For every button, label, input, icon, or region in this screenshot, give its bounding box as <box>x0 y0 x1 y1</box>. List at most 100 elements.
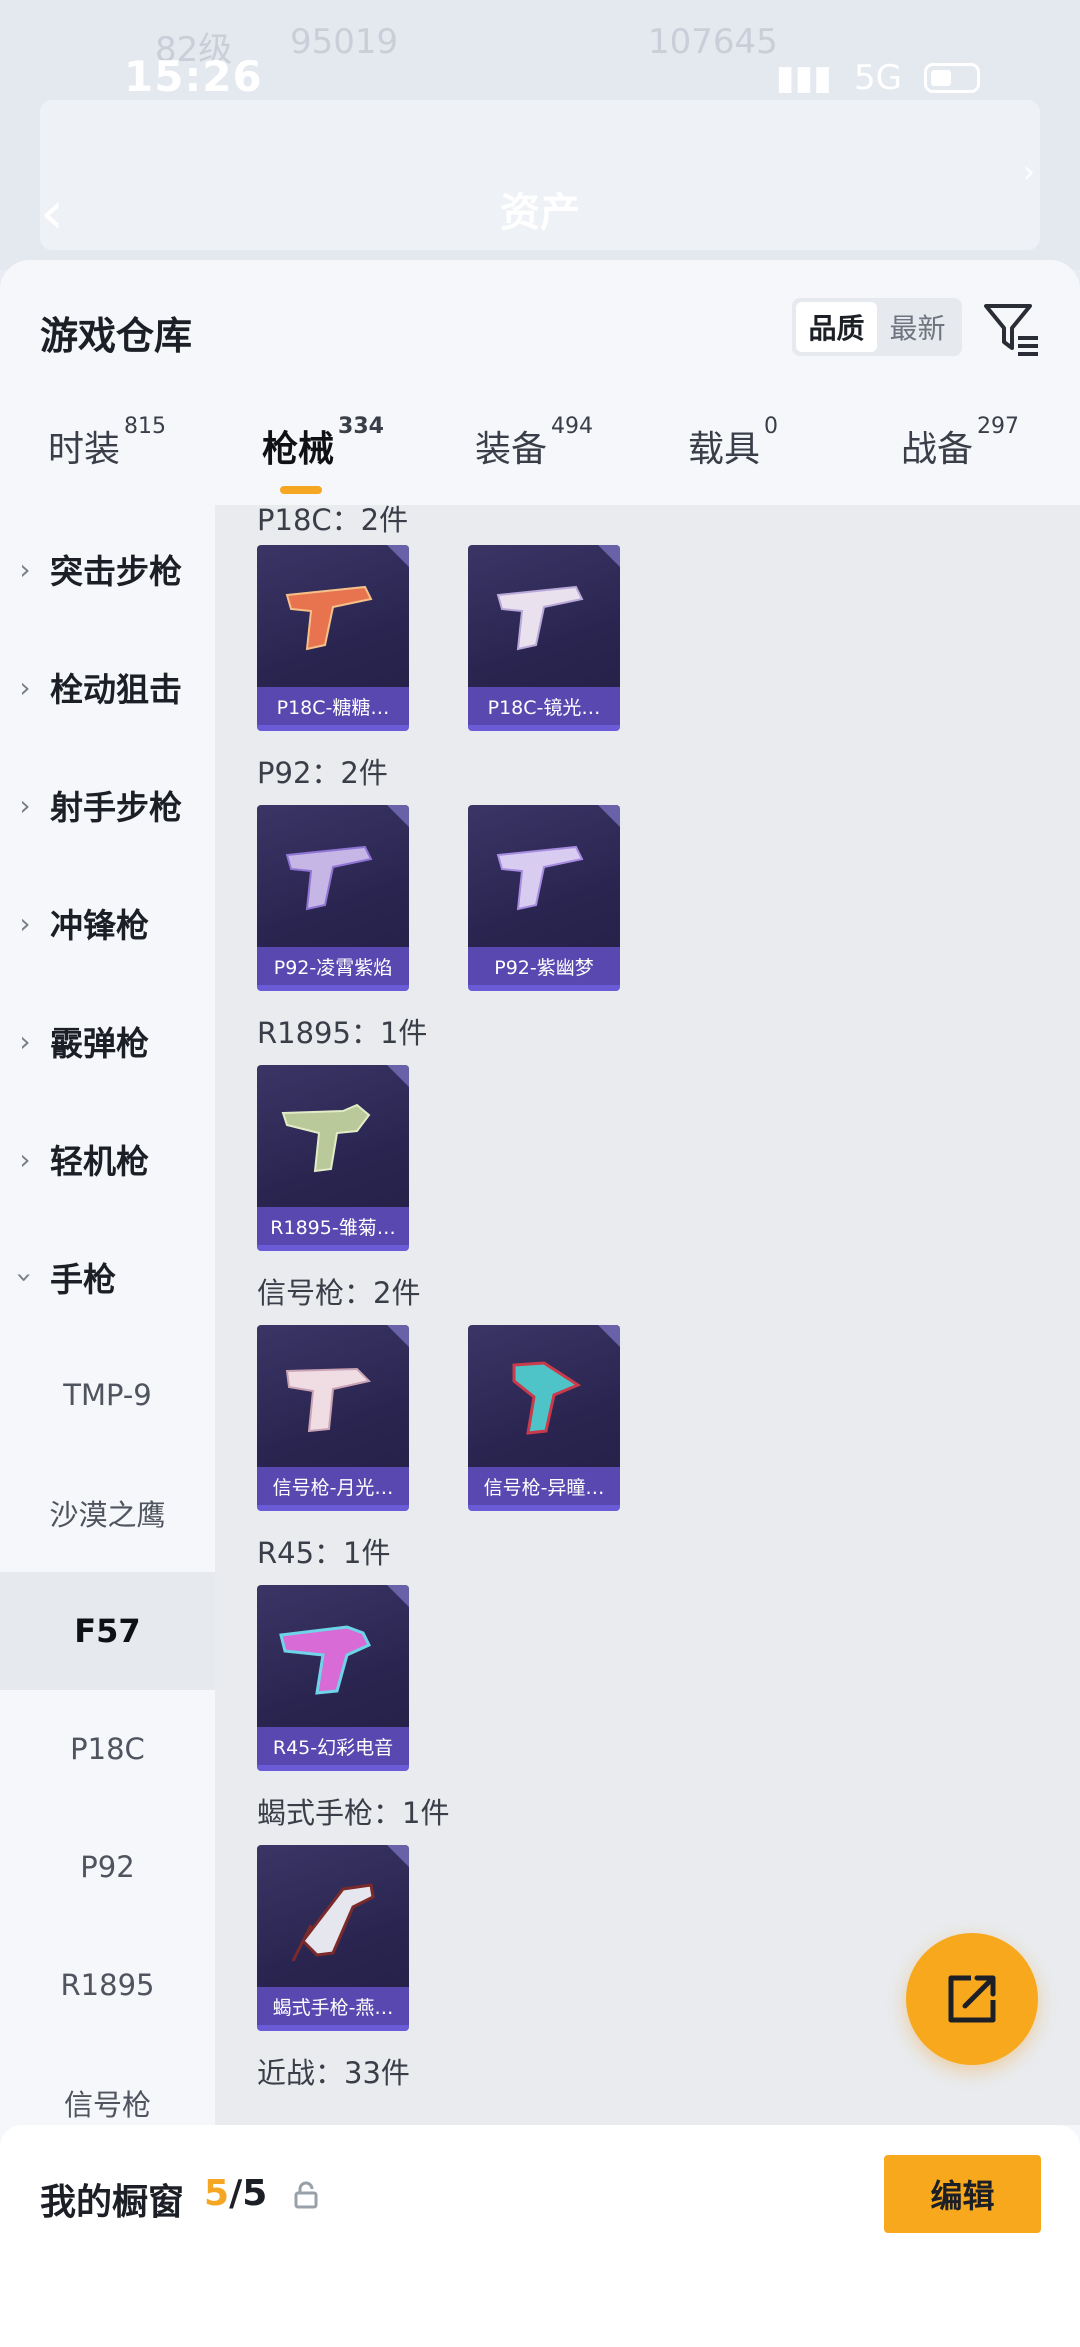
group-title: 信号枪：2件 <box>257 1276 421 1310</box>
sidebar-sub-flare-gun[interactable]: 信号枪 <box>0 2044 215 2125</box>
chevron-right-icon: › <box>19 788 31 822</box>
battery-icon <box>924 63 980 93</box>
weapon-sidebar: › 突击步枪 › 栓动狙击 › 射手步枪 › 冲锋枪 › 霰弹枪 › 轻机枪 › 手枪 TMP… <box>0 505 215 2125</box>
sidebar-sub-tmp9[interactable]: TMP-9 <box>0 1336 215 1454</box>
group-title: R1895：1件 <box>257 1016 428 1050</box>
active-tab-indicator <box>280 486 322 494</box>
tab-count: 297 <box>977 414 1020 439</box>
showcase-bar: 我的橱窗 5/5 编辑 <box>0 2125 1080 2347</box>
background-header: 82级 95019 107645 15:26 ▮▮▮ 5G ‹ 资产 › <box>0 0 1080 270</box>
chevron-right-icon: › <box>19 906 31 940</box>
sidebar-sub-p18c[interactable]: P18C <box>0 1690 215 1808</box>
chevron-right-icon: › <box>19 1024 31 1058</box>
sheet-header: 游戏仓库 品质 最新 时装815 枪械334 装备494 载具0 战备297 <box>0 260 1080 505</box>
tab-label: 载具 <box>688 429 761 470</box>
sidebar-sub-desert-eagle[interactable]: 沙漠之鹰 <box>0 1454 215 1572</box>
tab-supplies[interactable]: 战备297 <box>901 414 1019 472</box>
sort-quality-button[interactable]: 品质 <box>796 302 877 352</box>
tab-count: 334 <box>338 414 384 439</box>
group-title: 蝎式手枪：1件 <box>257 1796 450 1830</box>
filter-icon[interactable] <box>982 300 1040 358</box>
flare-gun-icon <box>285 1367 371 1433</box>
flare-gun-icon <box>512 1361 582 1435</box>
sidebar-item-lmg[interactable]: › 轻机枪 <box>0 1100 215 1218</box>
tab-count: 0 <box>764 414 779 439</box>
item-name: R45-幻彩电音 <box>257 1727 409 1765</box>
showcase-current: 5 <box>204 2173 230 2214</box>
network-label: 5G <box>854 58 902 98</box>
pistol-icon <box>285 845 373 911</box>
revolver-icon <box>279 1625 372 1695</box>
status-time: 15:26 <box>124 52 263 101</box>
item-card[interactable]: P18C-糖糖… <box>257 545 409 731</box>
chevron-right-icon: › <box>19 1142 31 1176</box>
sidebar-item-label: 手枪 <box>50 1260 116 1299</box>
sidebar-item-smg[interactable]: › 冲锋枪 <box>0 864 215 982</box>
tab-label: 战备 <box>901 429 974 470</box>
item-card[interactable]: P18C-镜光… <box>468 545 620 731</box>
pistol-icon <box>496 845 584 911</box>
sidebar-item-label: 霰弹枪 <box>50 1024 149 1063</box>
item-name: P92-凌霄紫焰 <box>257 947 409 985</box>
tab-vehicles[interactable]: 载具0 <box>688 414 778 472</box>
item-card[interactable]: P92-凌霄紫焰 <box>257 805 409 991</box>
item-card[interactable]: P92-紫幽梦 <box>468 805 620 991</box>
item-card[interactable]: 信号枪-异瞳… <box>468 1325 620 1511</box>
sidebar-sub-p92[interactable]: P92 <box>0 1808 215 1926</box>
chevron-right-icon[interactable]: › <box>1023 155 1035 190</box>
tab-count: 494 <box>551 414 594 439</box>
sidebar-item-label: 栓动狙击 <box>50 670 182 709</box>
item-card[interactable]: R45-幻彩电音 <box>257 1585 409 1771</box>
item-card[interactable]: 蝎式手枪-燕… <box>257 1845 409 2031</box>
share-button[interactable] <box>906 1933 1038 2065</box>
tab-fashion[interactable]: 时装815 <box>48 414 166 472</box>
category-tabs: 时装815 枪械334 装备494 载具0 战备297 <box>0 414 1080 500</box>
sidebar-item-label: 射手步枪 <box>50 788 182 827</box>
sidebar-item-marksman-rifle[interactable]: › 射手步枪 <box>0 746 215 864</box>
item-name: 信号枪-异瞳… <box>468 1467 620 1505</box>
chevron-right-icon: › <box>19 552 31 586</box>
tab-label: 枪械 <box>262 429 335 470</box>
tab-count: 815 <box>124 414 167 439</box>
sheet-title: 游戏仓库 <box>40 314 193 358</box>
sidebar-item-label: 冲锋枪 <box>50 906 149 945</box>
item-card[interactable]: R1895-雏菊… <box>257 1065 409 1251</box>
pistol-icon <box>285 585 373 651</box>
item-name: R1895-雏菊… <box>257 1207 409 1245</box>
sidebar-sub-f57[interactable]: F57 <box>0 1572 215 1690</box>
item-name: P92-紫幽梦 <box>468 947 620 985</box>
revolver-icon <box>281 1103 371 1173</box>
tab-guns[interactable]: 枪械334 <box>262 414 384 472</box>
item-name: 蝎式手枪-燕… <box>257 1987 409 2025</box>
share-icon <box>948 1975 996 2023</box>
sidebar-item-label: 突击步枪 <box>50 552 182 591</box>
showcase-label: 我的橱窗 <box>40 2182 185 2223</box>
machine-pistol-icon <box>291 1883 375 1962</box>
tab-equipment[interactable]: 装备494 <box>475 414 593 472</box>
sidebar-item-pistol[interactable]: › 手枪 <box>0 1218 215 1336</box>
group-title: R45：1件 <box>257 1536 391 1570</box>
back-icon[interactable]: ‹ <box>40 178 64 248</box>
sidebar-item-label: 轻机枪 <box>50 1142 149 1181</box>
sidebar-item-bolt-sniper[interactable]: › 栓动狙击 <box>0 628 215 746</box>
sidebar-item-shotgun[interactable]: › 霰弹枪 <box>0 982 215 1100</box>
group-title: 近战：33件 <box>257 2056 410 2090</box>
ghost-coins: 95019 <box>290 22 399 62</box>
item-grid: P18C：2件 P18C-糖糖… P18C-镜光… P92：2件 P92-凌霄紫… <box>215 505 1080 2125</box>
chevron-right-icon: › <box>19 670 31 704</box>
sidebar-sub-r1895[interactable]: R1895 <box>0 1926 215 2044</box>
edit-button[interactable]: 编辑 <box>884 2155 1041 2233</box>
item-name: P18C-糖糖… <box>257 687 409 725</box>
chevron-down-icon: › <box>8 1271 42 1283</box>
tab-label: 时装 <box>48 429 121 470</box>
sidebar-item-assault-rifle[interactable]: › 突击步枪 <box>0 510 215 628</box>
item-card[interactable]: 信号枪-月光… <box>257 1325 409 1511</box>
item-name: P18C-镜光… <box>468 687 620 725</box>
sort-newest-button[interactable]: 最新 <box>877 302 958 352</box>
ghost-power: 107645 <box>648 22 778 62</box>
group-title: P92：2件 <box>257 756 388 790</box>
signal-icon: ▮▮▮ <box>775 58 833 98</box>
item-name: 信号枪-月光… <box>257 1467 409 1505</box>
status-icons: ▮▮▮ 5G <box>776 58 980 98</box>
tab-label: 装备 <box>475 429 548 470</box>
